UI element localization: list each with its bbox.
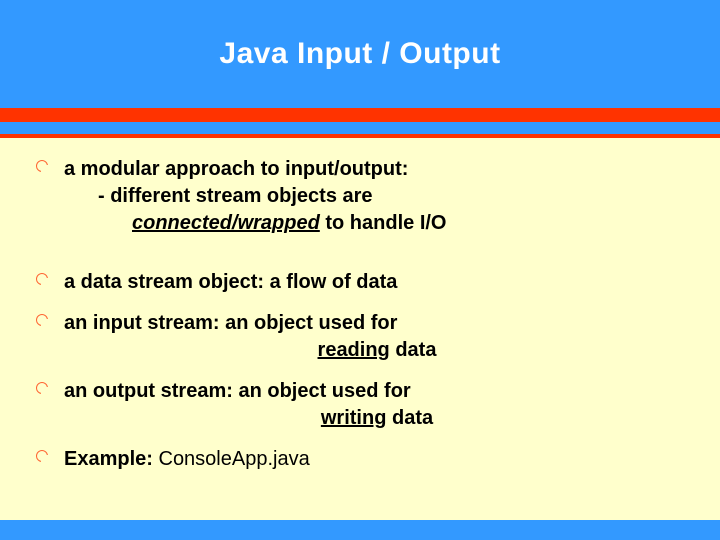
divider-orange-large (0, 108, 720, 122)
bullet-list: a modular approach to input/output: - di… (30, 156, 690, 473)
bullet-icon (36, 273, 48, 285)
divider-blue (0, 122, 720, 134)
bullet-icon (36, 160, 48, 172)
title-bar: Java Input / Output (0, 0, 720, 108)
bullet-subline: writing data (64, 405, 690, 432)
bullet-value: ConsoleApp.java (153, 448, 310, 470)
bullet-text: data (390, 339, 437, 361)
bullet-text: a modular approach to input/output: (64, 158, 408, 180)
bullet-text: to handle I/O (320, 212, 447, 234)
underline-text: reading (318, 339, 390, 361)
bullet-icon (36, 314, 48, 326)
bullet-subline: connected/wrapped to handle I/O (64, 210, 690, 237)
bullet-text: a data stream object: a flow of data (64, 271, 397, 293)
list-item: a modular approach to input/output: - di… (30, 156, 690, 237)
slide-body: a modular approach to input/output: - di… (0, 138, 720, 520)
bullet-icon (36, 450, 48, 462)
bullet-subline: reading data (64, 337, 690, 364)
bullet-text: data (386, 407, 433, 429)
bullet-label: Example: (64, 448, 153, 470)
bullet-subline: - different stream objects are (64, 183, 690, 210)
list-item: an input stream: an object used for read… (30, 310, 690, 364)
list-item: Example: ConsoleApp.java (30, 446, 690, 473)
slide-title: Java Input / Output (219, 37, 500, 71)
bullet-icon (36, 382, 48, 394)
list-item: a data stream object: a flow of data (30, 269, 690, 296)
bullet-text: an output stream: an object used for (64, 380, 411, 402)
underline-text: writing (321, 407, 387, 429)
spacer (30, 251, 690, 269)
bullet-text: an input stream: an object used for (64, 312, 397, 334)
emphasis-text: connected/wrapped (132, 212, 320, 234)
slide: Java Input / Output a modular approach t… (0, 0, 720, 540)
bottom-bar (0, 520, 720, 540)
list-item: an output stream: an object used for wri… (30, 378, 690, 432)
